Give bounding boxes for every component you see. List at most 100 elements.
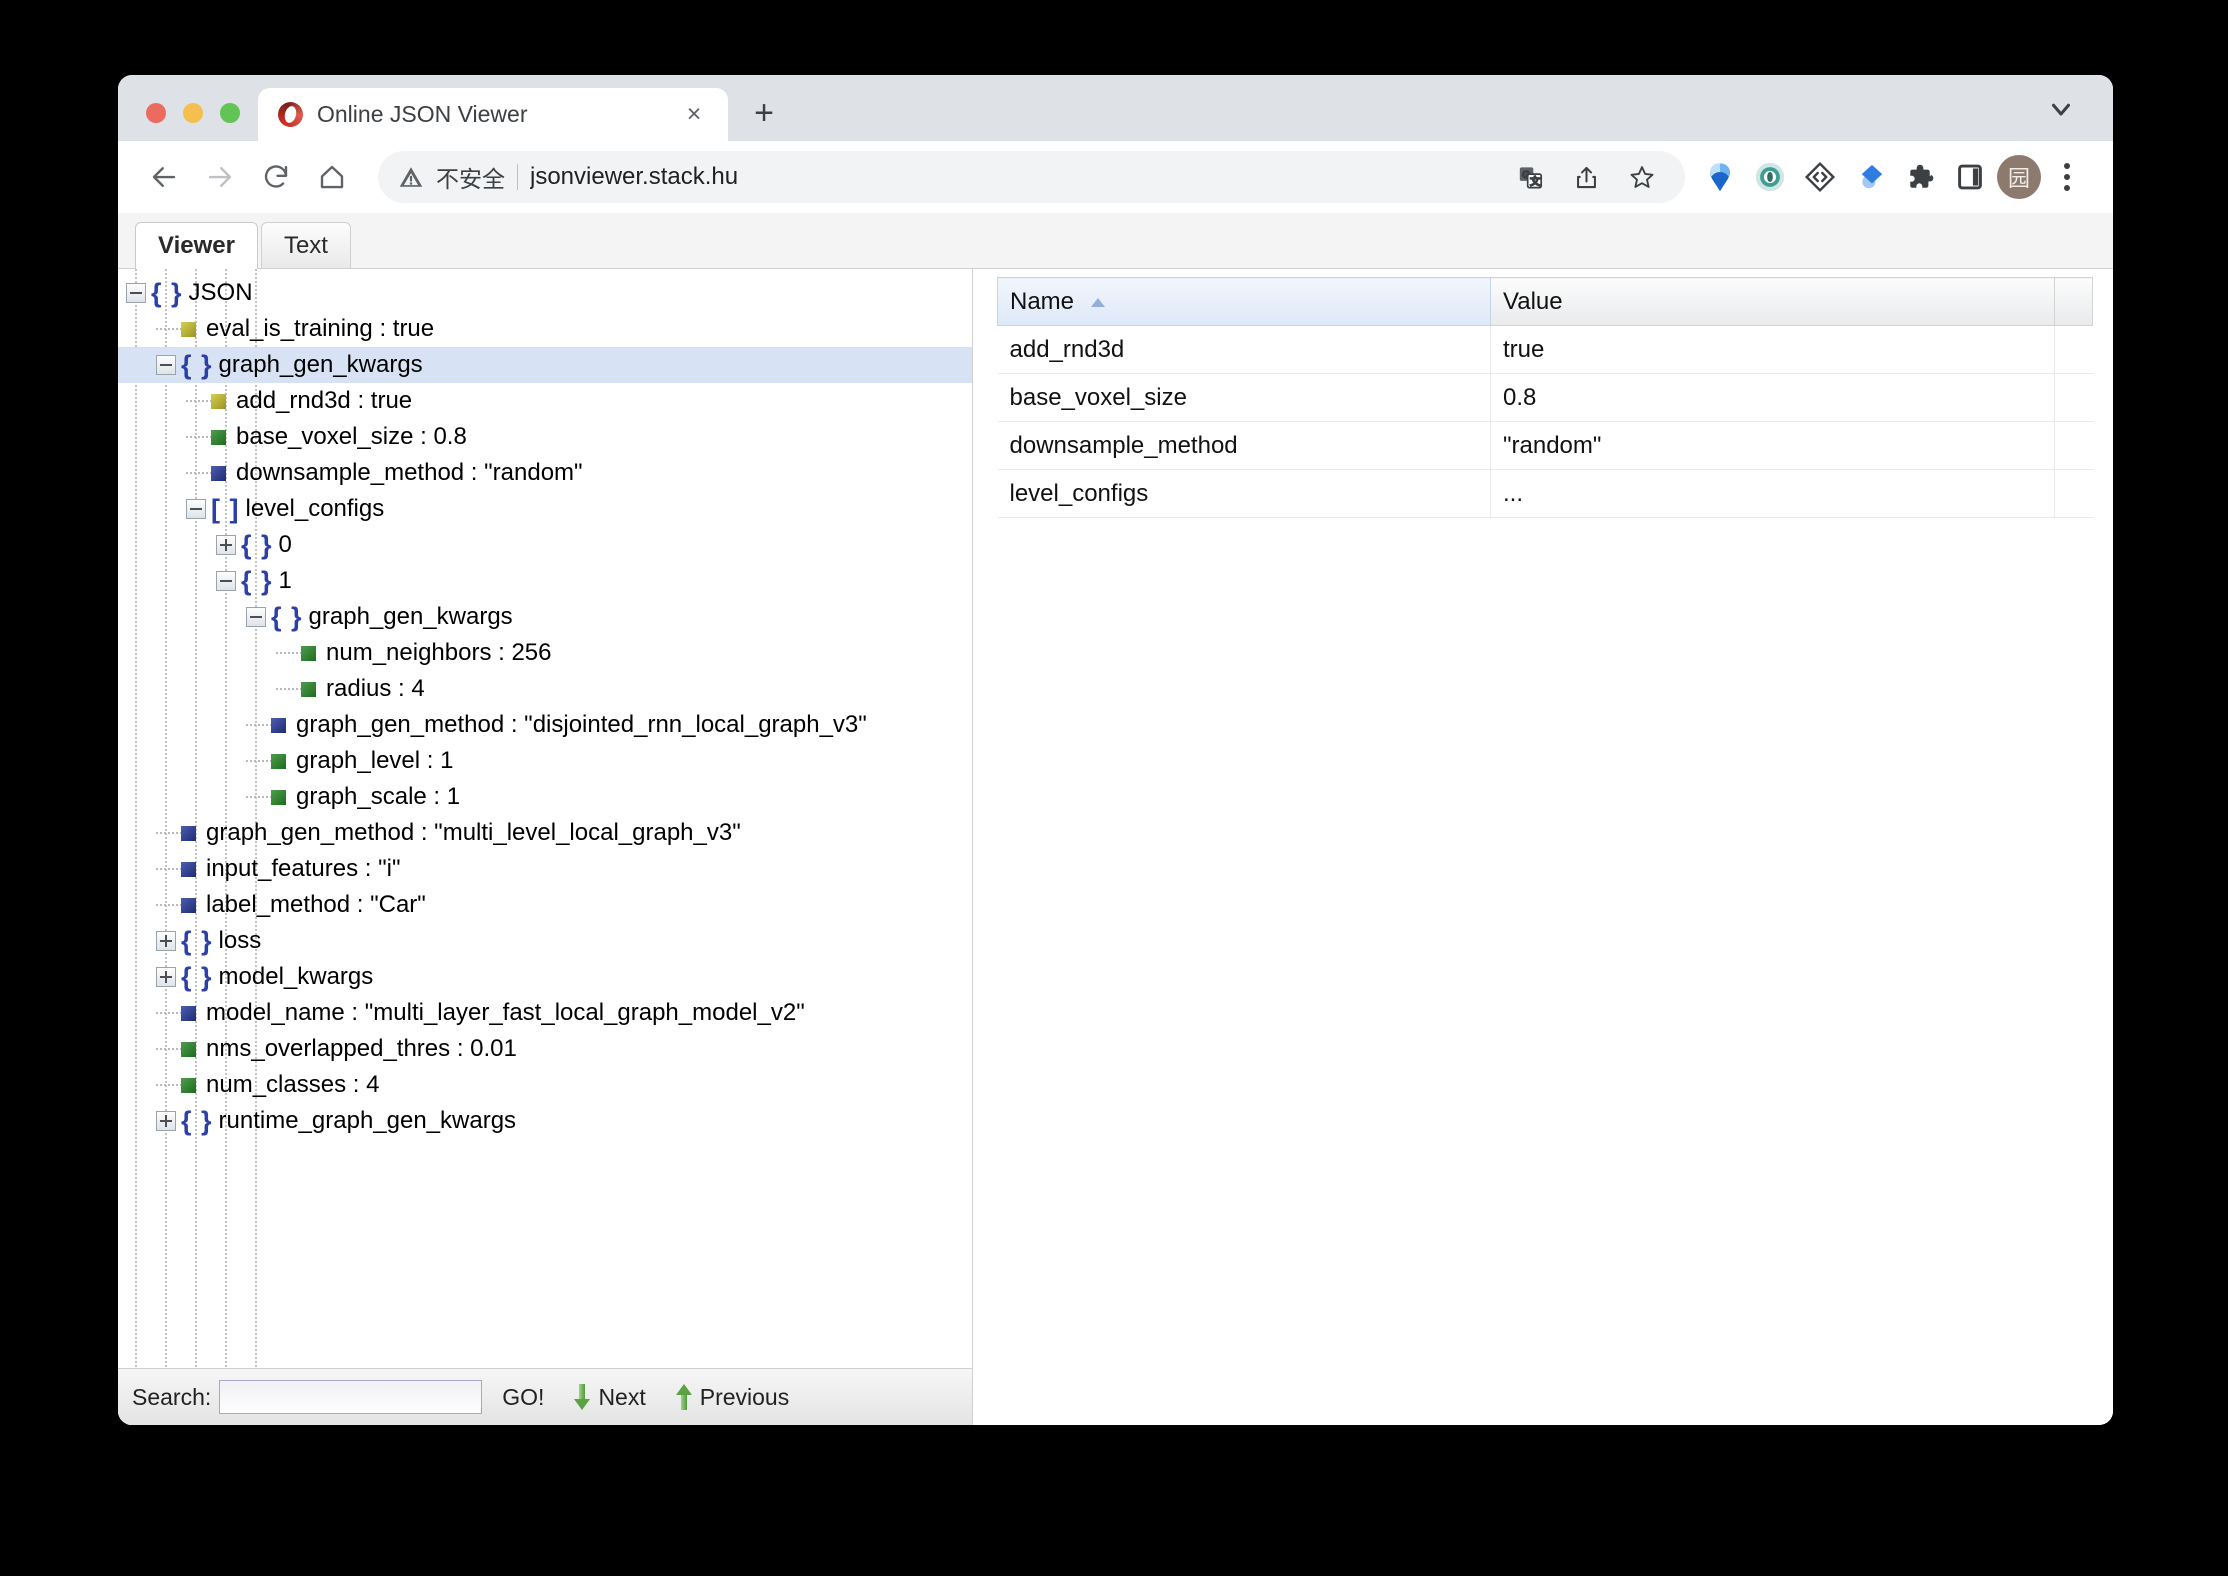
chevron-down-icon[interactable]: [2043, 91, 2079, 127]
collapse-node-icon[interactable]: [186, 499, 206, 519]
not-secure-warning-icon[interactable]: [398, 164, 424, 190]
tree-node[interactable]: { } graph_gen_kwargs: [118, 347, 972, 383]
column-header-value[interactable]: Value: [1490, 277, 2055, 326]
number-value-icon: [181, 1041, 196, 1057]
browser-menu-icon[interactable]: [2045, 154, 2089, 200]
collapse-node-icon[interactable]: [156, 355, 176, 375]
grid-body: add_rnd3d true base_voxel_size 0.8 downsampl…: [997, 325, 2093, 518]
forward-icon[interactable]: [194, 151, 246, 203]
tree-node[interactable]: num_neighbors : 256: [118, 635, 972, 671]
tree-node[interactable]: eval_is_training : true: [118, 311, 972, 347]
table-row[interactable]: add_rnd3d true: [997, 325, 2093, 374]
tree-node[interactable]: { } loss: [118, 923, 972, 959]
tree-node[interactable]: radius : 4: [118, 671, 972, 707]
home-icon[interactable]: [306, 151, 358, 203]
expand-node-icon[interactable]: [156, 931, 176, 951]
search-go-button[interactable]: GO!: [502, 1384, 544, 1411]
cell-value: true: [1490, 325, 2055, 374]
tree-node[interactable]: base_voxel_size : 0.8: [118, 419, 972, 455]
tree-node[interactable]: label_method : "Car": [118, 887, 972, 923]
extensions-puzzle-icon[interactable]: [1897, 154, 1943, 200]
json-tree[interactable]: { } JSON eval_is_training : true{ } graph_g…: [118, 269, 972, 1369]
search-next-button[interactable]: Next: [574, 1384, 646, 1411]
close-window-button[interactable]: [146, 103, 166, 123]
browser-tab[interactable]: Online JSON Viewer ×: [258, 88, 728, 141]
tree-node[interactable]: [ ] level_configs: [118, 491, 972, 527]
table-row[interactable]: downsample_method "random": [997, 421, 2093, 470]
tree-node[interactable]: { } 1: [118, 563, 972, 599]
cell-spacer: [2054, 421, 2093, 470]
tree-node-label: label_method : "Car": [206, 891, 426, 918]
tree-node-label: graph_gen_method : "disjointed_rnn_local…: [296, 711, 867, 738]
tree-connector: [186, 400, 211, 402]
tree-node[interactable]: downsample_method : "random": [118, 455, 972, 491]
search-input[interactable]: [219, 1380, 483, 1414]
tree-node[interactable]: model_name : "multi_layer_fast_local_gra…: [118, 995, 972, 1031]
string-value-icon: [181, 1005, 196, 1021]
translate-icon[interactable]: G文: [1507, 154, 1553, 200]
tree-node-label: JSON: [188, 279, 253, 306]
tree-node[interactable]: input_features : "i": [118, 851, 972, 887]
tree-node[interactable]: { } 0: [118, 527, 972, 563]
expand-node-icon[interactable]: [216, 535, 236, 555]
bookmark-star-icon[interactable]: [1619, 154, 1665, 200]
collapse-node-icon[interactable]: [216, 571, 236, 591]
tree-node-label: level_configs: [245, 495, 385, 522]
tree-node[interactable]: { } graph_gen_kwargs: [118, 599, 972, 635]
expand-node-icon[interactable]: [156, 967, 176, 987]
ext-code-diamond-icon[interactable]: [1797, 154, 1843, 200]
minimize-window-button[interactable]: [183, 103, 203, 123]
string-value-icon: [211, 465, 226, 481]
tree-node-label: 0: [278, 531, 292, 558]
column-header-name[interactable]: Name: [997, 277, 1491, 326]
browser-window: Online JSON Viewer × + 不安全 jsonviewer.st: [118, 75, 2113, 1425]
sort-ascending-icon: [1090, 297, 1105, 307]
tree-node[interactable]: graph_gen_method : "multi_level_local_gr…: [118, 815, 972, 851]
tree-node[interactable]: graph_scale : 1: [118, 779, 972, 815]
tree-node[interactable]: { } JSON: [118, 275, 972, 311]
tree-connector: [156, 904, 181, 906]
profile-avatar[interactable]: 园: [1997, 155, 2041, 199]
side-panel-icon[interactable]: [1947, 154, 1993, 200]
tree-node[interactable]: { } model_kwargs: [118, 959, 972, 995]
ext-blue-drop-icon[interactable]: [1847, 154, 1893, 200]
tree-node-label: graph_level : 1: [296, 747, 454, 774]
address-bar[interactable]: 不安全 jsonviewer.stack.hu G文: [378, 151, 1685, 203]
omnibox-actions: G文: [1507, 154, 1665, 200]
ext-balloon-icon[interactable]: [1697, 154, 1743, 200]
tree-node[interactable]: num_classes : 4: [118, 1067, 972, 1103]
tree-connector: [156, 1048, 181, 1050]
table-row[interactable]: base_voxel_size 0.8: [997, 373, 2093, 422]
tree-node[interactable]: graph_level : 1: [118, 743, 972, 779]
ext-eye-icon[interactable]: [1747, 154, 1793, 200]
number-value-icon: [301, 645, 316, 661]
reload-icon[interactable]: [250, 151, 302, 203]
tab-viewer[interactable]: Viewer: [135, 222, 258, 269]
table-row[interactable]: level_configs...: [997, 469, 2093, 518]
collapse-node-icon[interactable]: [126, 283, 146, 303]
maximize-window-button[interactable]: [220, 103, 240, 123]
tree-connector: [156, 832, 181, 834]
string-value-icon: [271, 717, 286, 733]
share-icon[interactable]: [1563, 154, 1609, 200]
search-previous-button[interactable]: Previous: [675, 1384, 789, 1411]
number-value-icon: [271, 753, 286, 769]
tree-node[interactable]: nms_overlapped_thres : 0.01: [118, 1031, 972, 1067]
tab-text[interactable]: Text: [260, 222, 351, 268]
close-tab-icon[interactable]: ×: [678, 99, 710, 131]
new-tab-button[interactable]: +: [740, 89, 788, 137]
expand-node-icon[interactable]: [156, 1111, 176, 1131]
tree-node[interactable]: { } runtime_graph_gen_kwargs: [118, 1103, 972, 1139]
tree-connector: [246, 724, 271, 726]
array-brackets-icon: [ ]: [211, 493, 240, 524]
tree-node[interactable]: add_rnd3d : true: [118, 383, 972, 419]
tree-node[interactable]: graph_gen_method : "disjointed_rnn_local…: [118, 707, 972, 743]
back-icon[interactable]: [138, 151, 190, 203]
collapse-node-icon[interactable]: [246, 607, 266, 627]
